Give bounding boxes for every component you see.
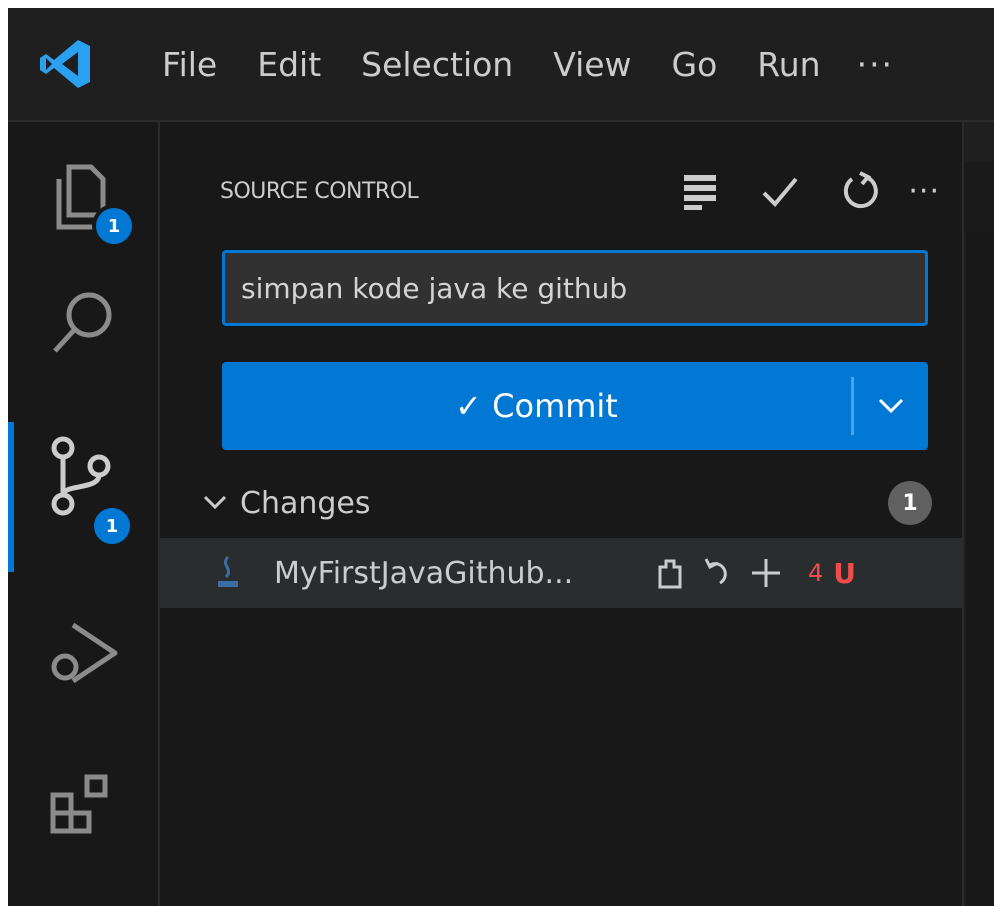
editor-tab-strip: [964, 162, 994, 232]
menu-run[interactable]: Run: [753, 39, 824, 90]
discard-icon: [704, 558, 727, 585]
source-control-badge: 1: [90, 504, 134, 548]
panel-more-button[interactable]: ···: [908, 174, 940, 209]
title-bar: File Edit Selection View Go Run ···: [8, 8, 994, 122]
menu-file[interactable]: File: [158, 39, 221, 90]
vscode-window: File Edit Selection View Go Run ··· 1 1 …: [8, 8, 994, 906]
activity-run-debug[interactable]: [8, 596, 158, 706]
activity-search[interactable]: [8, 268, 158, 378]
menu-edit[interactable]: Edit: [253, 39, 325, 90]
activity-extensions[interactable]: [8, 750, 158, 860]
source-control-panel: SOURCE CONTROL ··· simpan kode java ke g…: [160, 122, 962, 906]
refresh-button[interactable]: [834, 165, 886, 217]
vscode-logo-icon[interactable]: [8, 8, 158, 120]
run-debug-icon: [51, 622, 118, 684]
commit-graph-icon: [684, 175, 717, 210]
commit-graph-button[interactable]: [674, 165, 726, 217]
editor-area-edge: [962, 122, 994, 906]
commit-message-input[interactable]: [222, 250, 928, 326]
java-file-icon: [216, 553, 246, 593]
open-file-button[interactable]: [648, 551, 692, 595]
commit-button-label[interactable]: ✓ Commit: [222, 362, 851, 450]
menu-view[interactable]: View: [549, 39, 635, 90]
file-problem-count: 4: [808, 559, 824, 587]
changes-group-header[interactable]: Changes 1: [202, 478, 932, 528]
stage-changes-button[interactable]: [744, 551, 788, 595]
commit-check-button[interactable]: [754, 165, 806, 217]
panel-title: SOURCE CONTROL: [220, 178, 419, 204]
check-icon: [762, 177, 798, 207]
menu-more-button[interactable]: ···: [857, 45, 894, 84]
chevron-down-icon: [203, 495, 227, 510]
file-status-untracked: U: [833, 556, 857, 590]
menu-go[interactable]: Go: [668, 39, 722, 90]
editor-surface: [966, 232, 994, 906]
activity-source-control[interactable]: 1: [8, 422, 158, 572]
panel-header: SOURCE CONTROL ···: [220, 166, 940, 216]
changed-file-name: MyFirstJavaGithub...: [274, 555, 574, 591]
search-icon: [53, 292, 112, 353]
changed-file-row[interactable]: MyFirstJavaGithub... 4 U: [160, 538, 962, 608]
chevron-down-icon: [878, 398, 904, 414]
extensions-icon: [50, 774, 108, 834]
discard-changes-button[interactable]: [696, 551, 740, 595]
commit-dropdown-button[interactable]: [854, 362, 928, 450]
explorer-badge: 1: [92, 204, 136, 248]
changes-label: Changes: [240, 485, 371, 521]
plus-icon: [752, 559, 780, 587]
refresh-icon: [844, 171, 879, 209]
commit-button[interactable]: ✓ Commit: [222, 362, 928, 450]
menu-selection[interactable]: Selection: [357, 39, 517, 90]
activity-explorer[interactable]: 1: [8, 142, 158, 252]
changes-count-badge: 1: [888, 481, 932, 525]
activity-bar: 1 1: [8, 122, 160, 906]
open-file-icon: [658, 559, 682, 589]
